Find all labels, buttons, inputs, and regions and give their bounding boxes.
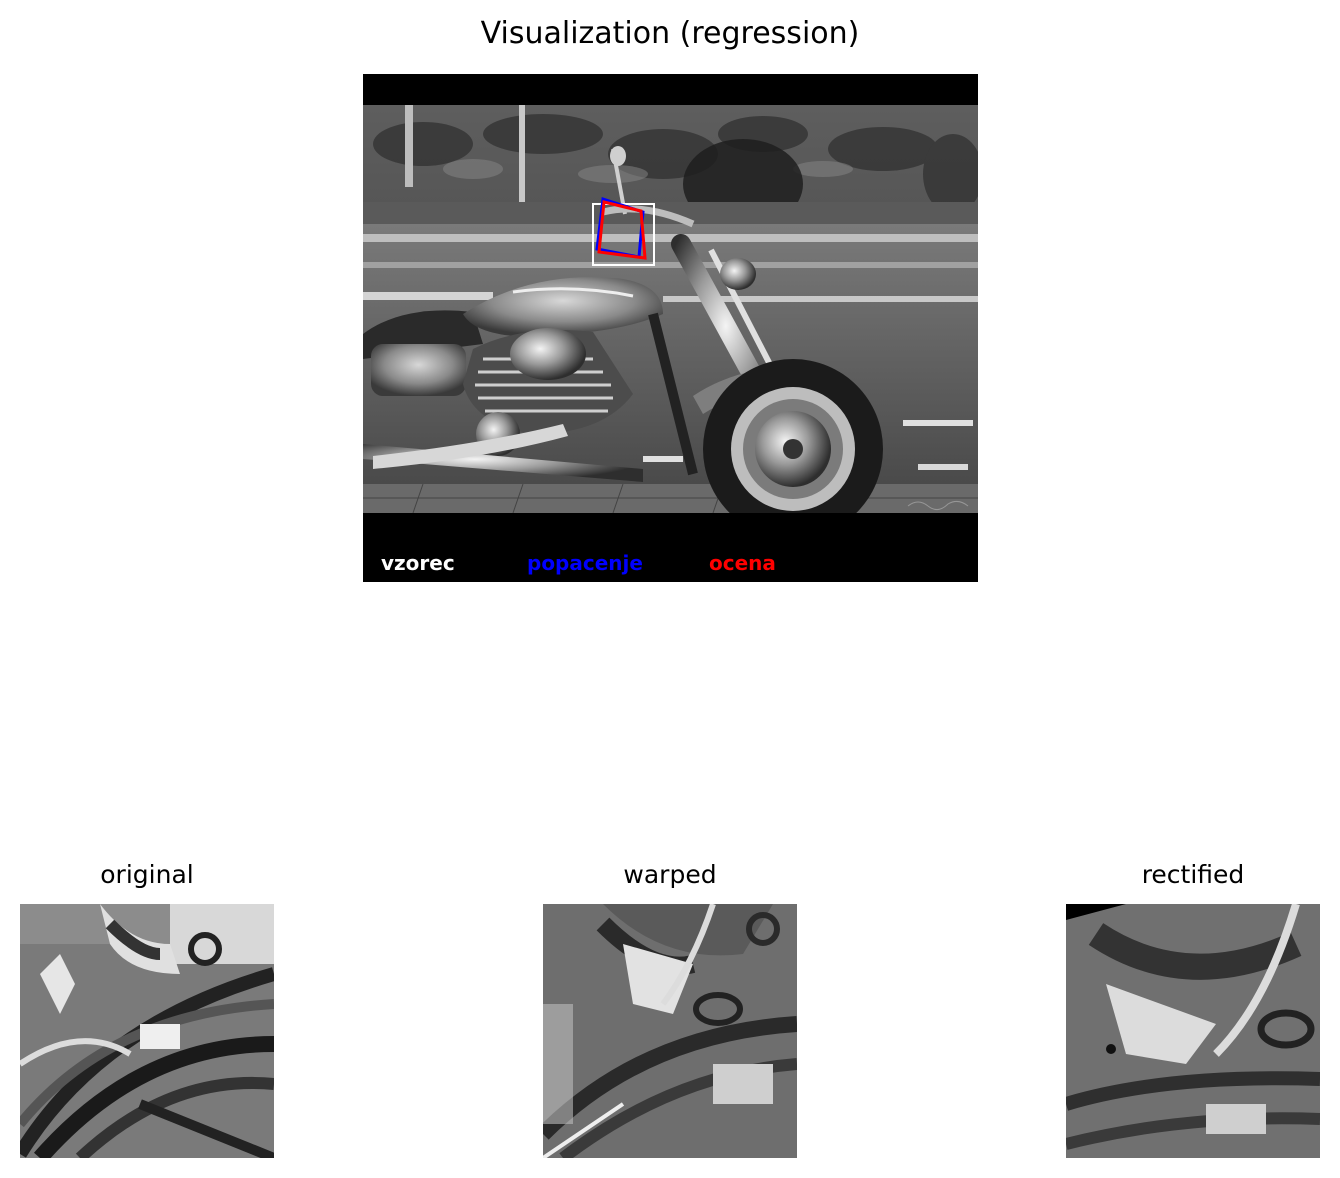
legend-distortion-label: popacenje (527, 551, 643, 575)
legend-estimate-label: ocena (709, 551, 776, 575)
figure-title: Visualization (regression) (480, 16, 860, 51)
motorcycle-photo: vzorec popacenje ocena (363, 74, 978, 582)
subplot-title-rectified: rectified (1141, 860, 1245, 889)
subplot-title-warped: warped (623, 860, 717, 889)
main-visualization-image: vzorec popacenje ocena (363, 74, 978, 582)
original-patch-image (20, 904, 274, 1158)
legend-sample-label: vzorec (381, 551, 455, 575)
rectified-patch-image (1066, 904, 1320, 1158)
warped-patch-image (543, 904, 797, 1158)
subplot-title-original: original (100, 860, 194, 889)
